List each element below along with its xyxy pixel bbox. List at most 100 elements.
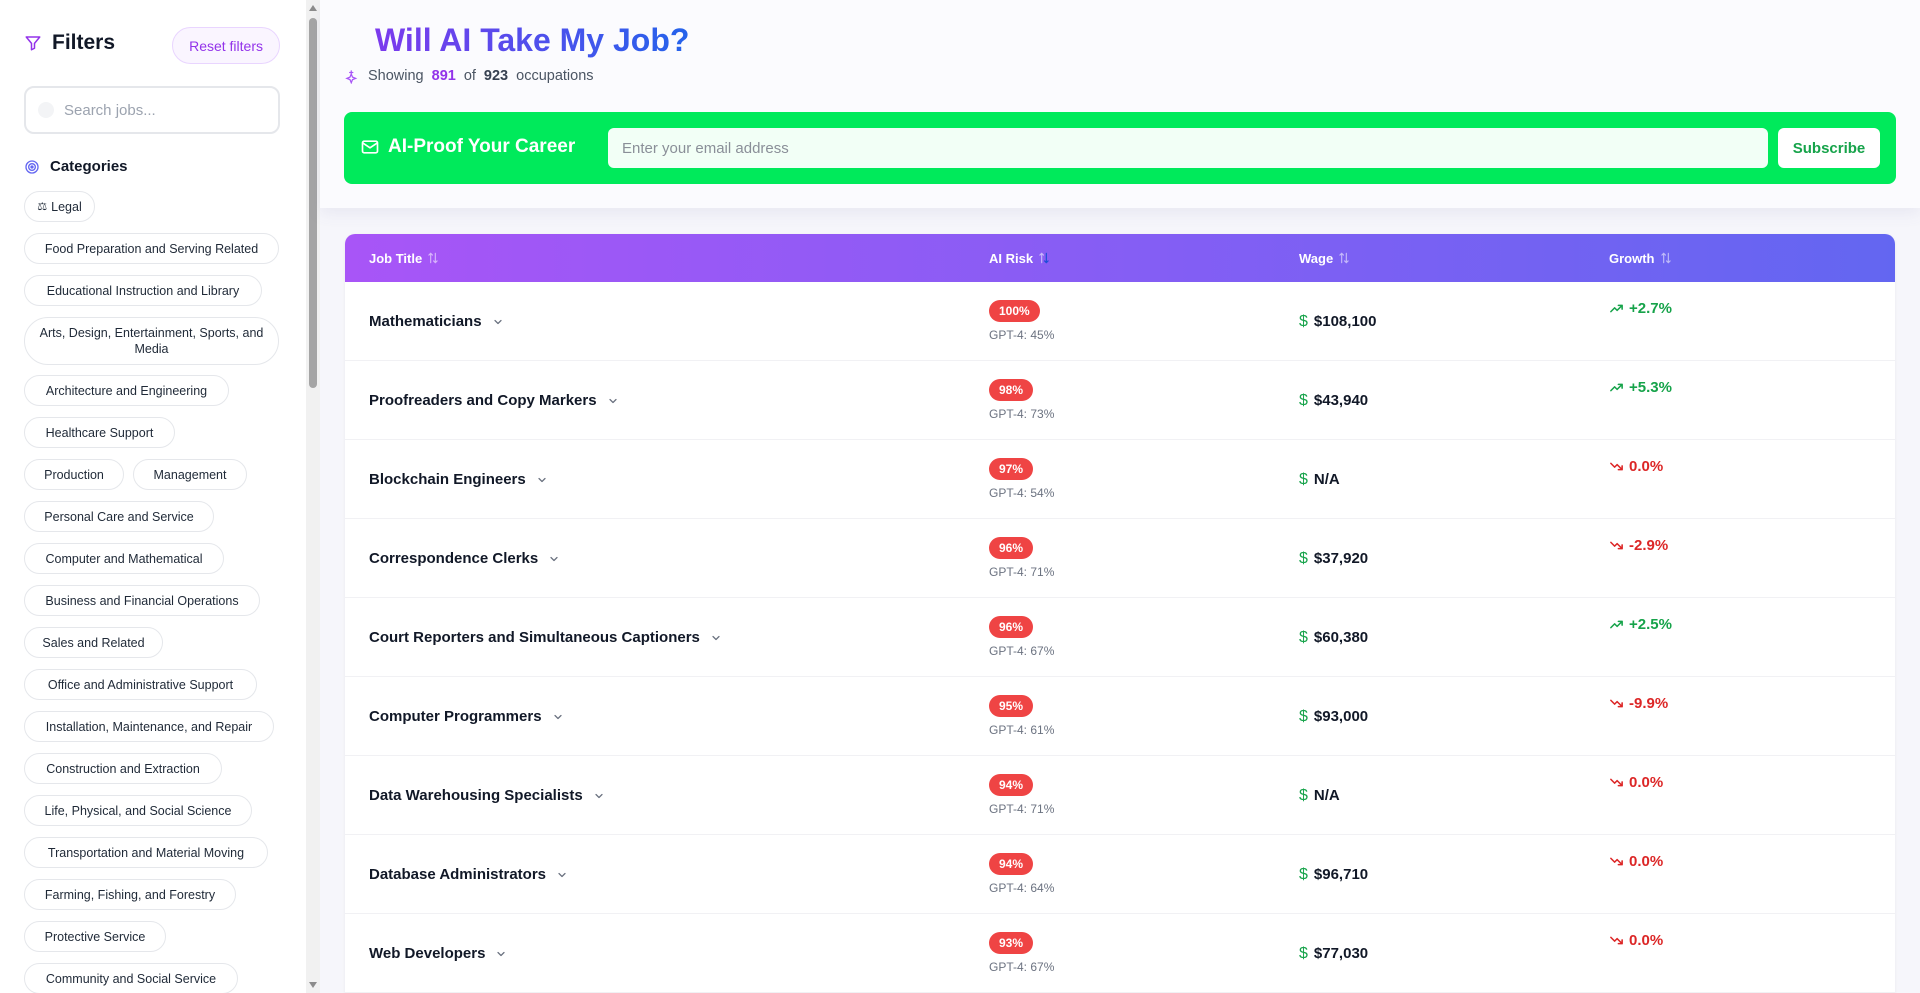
- subscribe-button[interactable]: Subscribe: [1778, 128, 1880, 168]
- category-chip[interactable]: Community and Social Service: [24, 963, 238, 993]
- category-chip[interactable]: Architecture and Engineering: [24, 375, 229, 406]
- ai-risk-badge: 98%: [989, 379, 1034, 401]
- table-row[interactable]: Court Reporters and Simultaneous Caption…: [345, 598, 1895, 677]
- column-header-ai-risk[interactable]: AI Risk: [989, 234, 1051, 282]
- gpt4-score: GPT-4: 67%: [989, 644, 1055, 658]
- newsletter-title: AI-Proof Your Career: [388, 136, 576, 157]
- showing-label: Showing: [368, 68, 424, 84]
- trend-down-icon: [1610, 541, 1623, 550]
- scroll-up-arrow[interactable]: [309, 5, 317, 11]
- gpt4-score: GPT-4: 73%: [989, 407, 1055, 421]
- ai-risk-badge: 96%: [989, 537, 1034, 559]
- newsletter-heading: AI-Proof Your Career: [360, 136, 575, 158]
- category-chip[interactable]: Food Preparation and Serving Related: [24, 233, 279, 264]
- wage-value: $96,710: [1313, 866, 1369, 883]
- dollar-icon: $: [1299, 786, 1308, 804]
- job-title-cell[interactable]: Data Warehousing Specialists: [369, 756, 605, 835]
- table-row[interactable]: Data Warehousing Specialists 94% GPT-4: 71…: [345, 756, 1895, 835]
- chevron-down-icon[interactable]: [556, 869, 568, 881]
- chevron-down-icon[interactable]: [536, 474, 548, 486]
- table-row[interactable]: Proofreaders and Copy Markers 98% GPT-4: 7…: [345, 361, 1895, 440]
- table-header: Job Title AI Risk Wage Growth: [345, 234, 1895, 282]
- filters-heading: Filters: [24, 31, 115, 55]
- column-header-growth[interactable]: Growth: [1609, 234, 1673, 282]
- category-chip[interactable]: Installation, Maintenance, and Repair: [24, 711, 274, 742]
- gpt4-score: GPT-4: 71%: [989, 802, 1055, 816]
- growth-cell: -2.9%: [1609, 537, 1668, 554]
- category-chip[interactable]: Construction and Extraction: [24, 753, 222, 784]
- category-chip[interactable]: Healthcare Support: [24, 417, 175, 448]
- sort-descending-icon: [1039, 252, 1049, 264]
- wage-cell: $ $60,380: [1299, 598, 1368, 677]
- job-title-cell[interactable]: Court Reporters and Simultaneous Caption…: [369, 598, 722, 677]
- category-chip[interactable]: Business and Financial Operations: [24, 585, 260, 616]
- gpt4-score: GPT-4: 54%: [989, 486, 1055, 500]
- chevron-down-icon[interactable]: [548, 553, 560, 565]
- category-chip[interactable]: Protective Service: [24, 921, 166, 952]
- growth-value: 0.0%: [1629, 932, 1664, 949]
- trend-down-icon: [1610, 462, 1623, 471]
- category-chip[interactable]: Arts, Design, Entertainment, Sports, and…: [24, 317, 279, 365]
- table-row[interactable]: Mathematicians 100% GPT-4: 45% $ $108,100 +2.…: [345, 282, 1895, 361]
- wage-value: N/A: [1313, 787, 1340, 804]
- gpt4-score: GPT-4: 67%: [989, 960, 1055, 974]
- scroll-down-arrow[interactable]: [309, 982, 317, 988]
- trend-down-icon: [1610, 936, 1623, 945]
- growth-cell: 0.0%: [1609, 774, 1663, 791]
- job-title-cell[interactable]: Mathematicians: [369, 282, 504, 361]
- job-title-cell[interactable]: Proofreaders and Copy Markers: [369, 361, 619, 440]
- table-row[interactable]: Database Administrators 94% GPT-4: 64% $ $96…: [345, 835, 1895, 914]
- chevron-down-icon[interactable]: [552, 711, 564, 723]
- dollar-icon: $: [1299, 312, 1308, 330]
- job-title-cell[interactable]: Computer Programmers: [369, 677, 564, 756]
- jobs-table: Job Title AI Risk Wage Growth Mathematic…: [345, 234, 1895, 993]
- table-row[interactable]: Computer Programmers 95% GPT-4: 61% $ $93,00…: [345, 677, 1895, 756]
- category-chip[interactable]: Personal Care and Service: [24, 501, 214, 532]
- category-chip[interactable]: Management: [133, 459, 247, 490]
- growth-cell: 0.0%: [1609, 932, 1663, 949]
- chevron-down-icon[interactable]: [593, 790, 605, 802]
- category-chip-legal[interactable]: ⚖ Legal: [24, 191, 95, 222]
- dollar-icon: $: [1299, 865, 1308, 883]
- email-input[interactable]: [608, 128, 1768, 168]
- chevron-down-icon[interactable]: [607, 395, 619, 407]
- search-input[interactable]: [64, 101, 264, 119]
- category-chip[interactable]: Life, Physical, and Social Science: [24, 795, 252, 826]
- category-chip[interactable]: Educational Instruction and Library: [24, 275, 262, 306]
- job-title-cell[interactable]: Web Developers: [369, 914, 507, 993]
- chevron-down-icon[interactable]: [492, 316, 504, 328]
- chevron-down-icon[interactable]: [710, 632, 722, 644]
- wage-value: N/A: [1313, 471, 1340, 488]
- scroll-thumb[interactable]: [309, 18, 317, 388]
- category-chip[interactable]: Sales and Related: [24, 627, 163, 658]
- category-chip[interactable]: Transportation and Material Moving: [24, 837, 268, 868]
- column-header-job-title[interactable]: Job Title: [369, 234, 440, 282]
- reset-filters-button[interactable]: Reset filters: [172, 27, 280, 64]
- sidebar-scrollbar[interactable]: [306, 0, 320, 993]
- growth-value: -2.9%: [1629, 537, 1669, 554]
- category-chip[interactable]: Office and Administrative Support: [24, 669, 257, 700]
- column-header-wage[interactable]: Wage: [1299, 234, 1351, 282]
- job-title-cell[interactable]: Blockchain Engineers: [369, 440, 548, 519]
- categories-label: Categories: [50, 158, 128, 175]
- job-title-cell[interactable]: Correspondence Clerks: [369, 519, 560, 598]
- job-title: Computer Programmers: [369, 708, 542, 725]
- search-icon: [38, 102, 54, 118]
- chevron-down-icon[interactable]: [495, 948, 507, 960]
- table-row[interactable]: Correspondence Clerks 96% GPT-4: 71% $ $37,9…: [345, 519, 1895, 598]
- gpt4-score: GPT-4: 61%: [989, 723, 1055, 737]
- search-box[interactable]: [24, 86, 280, 134]
- of-label: of: [463, 68, 476, 84]
- column-label: Growth: [1609, 250, 1655, 266]
- gpt4-score: GPT-4: 64%: [989, 881, 1055, 895]
- sparkle-icon: [345, 69, 358, 84]
- wage-cell: $ N/A: [1299, 756, 1340, 835]
- category-chip[interactable]: Production: [24, 459, 124, 490]
- category-chip[interactable]: Computer and Mathematical: [24, 543, 224, 574]
- table-row[interactable]: Web Developers 93% GPT-4: 67% $ $77,030 0.0%: [345, 914, 1895, 993]
- trend-down-icon: [1610, 699, 1623, 708]
- newsletter-banner: AI-Proof Your Career Subscribe: [344, 112, 1896, 184]
- table-row[interactable]: Blockchain Engineers 97% GPT-4: 54% $ N/A 0.0…: [345, 440, 1895, 519]
- category-chip[interactable]: Farming, Fishing, and Forestry: [24, 879, 236, 910]
- job-title-cell[interactable]: Database Administrators: [369, 835, 568, 914]
